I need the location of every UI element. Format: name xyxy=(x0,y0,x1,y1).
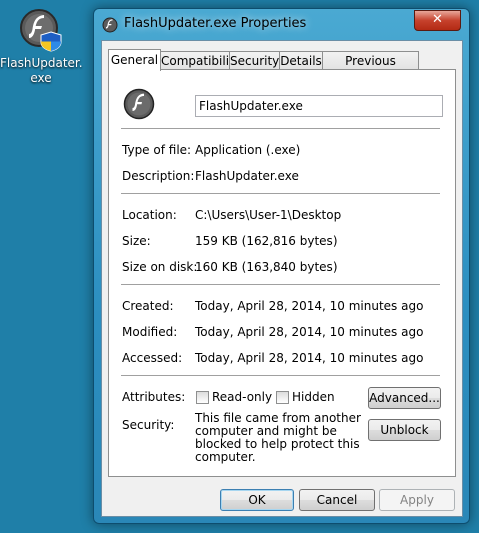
window-title: FlashUpdater.exe Properties xyxy=(124,16,307,31)
description-label: Description: xyxy=(122,169,195,183)
separator xyxy=(121,284,440,285)
type-of-file-value: Application (.exe) xyxy=(195,143,301,157)
hidden-checkbox[interactable] xyxy=(276,391,289,404)
location-value: C:\Users\User-1\Desktop xyxy=(195,208,342,222)
accessed-value: Today, April 28, 2014, 10 minutes ago xyxy=(195,351,424,365)
uac-shield-icon xyxy=(40,31,62,52)
desktop-file-icon[interactable]: FlashUpdater. exe xyxy=(0,8,83,86)
hidden-label: Hidden xyxy=(292,390,335,404)
separator xyxy=(121,193,440,194)
desktop-file-label: FlashUpdater. exe xyxy=(0,56,83,85)
attributes-label: Attributes: xyxy=(122,390,186,404)
accessed-label: Accessed: xyxy=(122,351,183,365)
file-type-icon xyxy=(123,88,155,120)
created-value: Today, April 28, 2014, 10 minutes ago xyxy=(195,299,424,313)
modified-value: Today, April 28, 2014, 10 minutes ago xyxy=(195,325,424,339)
type-of-file-label: Type of file: xyxy=(122,143,192,157)
apply-button[interactable]: Apply xyxy=(379,489,455,511)
security-label: Security: xyxy=(122,418,175,432)
advanced-button[interactable]: Advanced... xyxy=(368,387,441,409)
description-value: FlashUpdater.exe xyxy=(195,169,299,183)
separator xyxy=(121,128,440,129)
ok-button[interactable]: OK xyxy=(220,489,294,511)
tab-general[interactable]: General xyxy=(108,49,161,71)
tab-security[interactable]: Security xyxy=(229,51,280,70)
created-label: Created: xyxy=(122,299,174,313)
size-label: Size: xyxy=(122,234,151,248)
tab-compatibility[interactable]: Compatibility xyxy=(160,51,241,70)
close-button[interactable]: ✕ xyxy=(414,10,461,31)
read-only-label: Read-only xyxy=(212,390,273,404)
dialog-client-area: General Compatibility Security Details P… xyxy=(101,40,463,517)
separator xyxy=(121,375,440,376)
tab-details[interactable]: Details xyxy=(279,51,323,70)
tab-previous-versions[interactable]: Previous Versions xyxy=(322,51,419,86)
location-label: Location: xyxy=(122,208,177,222)
size-on-disk-value: 160 KB (163,840 bytes) xyxy=(195,260,338,274)
modified-label: Modified: xyxy=(122,325,178,339)
size-on-disk-label: Size on disk: xyxy=(122,260,198,274)
unblock-button[interactable]: Unblock xyxy=(368,419,441,441)
general-tab-panel: FlashUpdater.exe Type of file: Applicati… xyxy=(108,69,456,477)
flash-file-icon xyxy=(19,8,63,52)
size-value: 159 KB (162,816 bytes) xyxy=(195,234,338,248)
read-only-checkbox[interactable] xyxy=(196,391,209,404)
properties-window: FlashUpdater.exe Properties ✕ General Co… xyxy=(93,8,470,524)
security-message: This file came from another computer and… xyxy=(195,411,361,464)
file-name-input[interactable]: FlashUpdater.exe xyxy=(195,95,443,117)
cancel-button[interactable]: Cancel xyxy=(299,489,375,511)
title-flash-icon xyxy=(102,17,118,33)
